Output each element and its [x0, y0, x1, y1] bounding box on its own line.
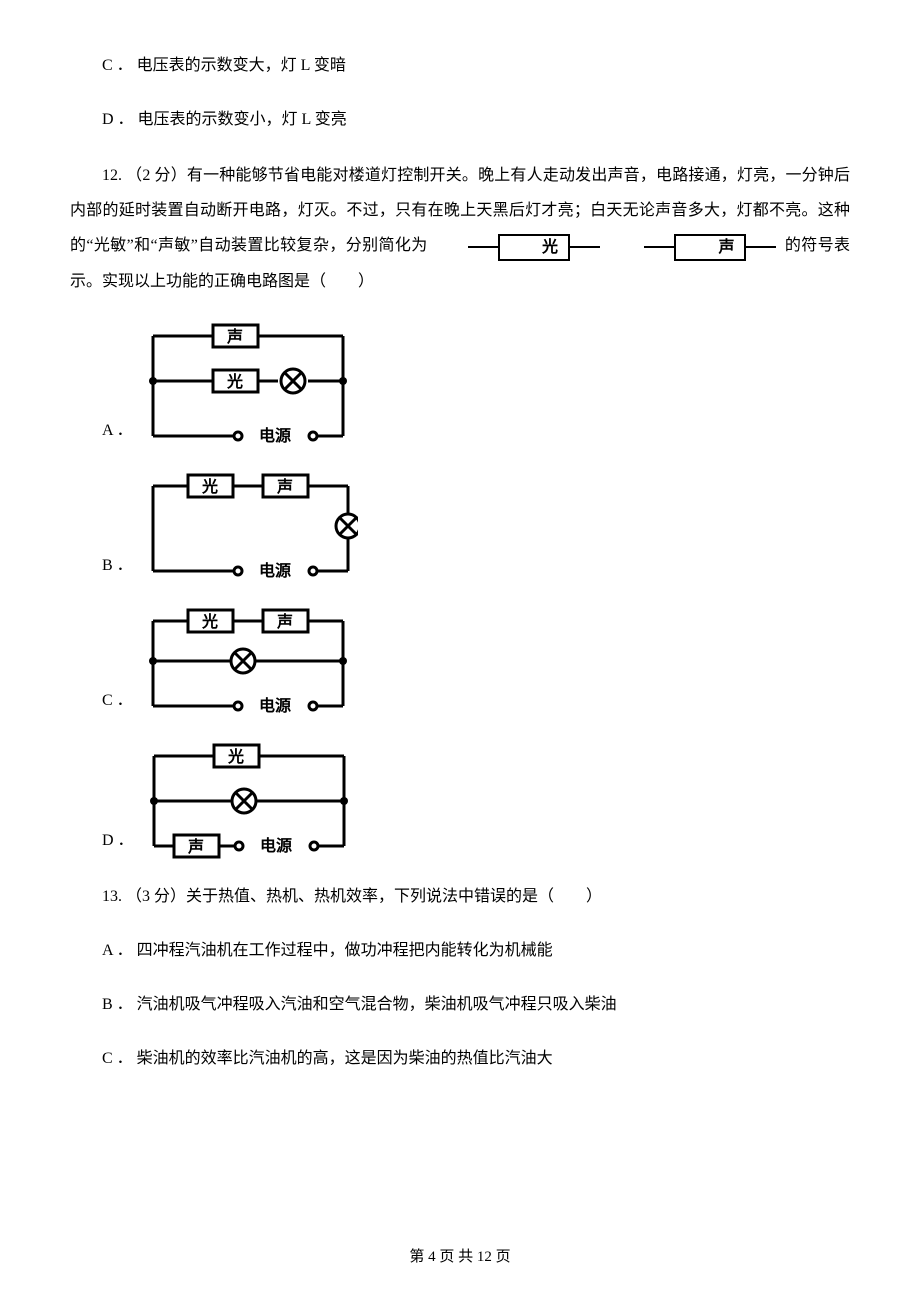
- svg-text:电源: 电源: [260, 836, 292, 855]
- option-text: D ． 电压表的示数变小，灯 L 变亮: [102, 111, 347, 128]
- svg-text:光: 光: [226, 372, 243, 391]
- svg-text:电源: 电源: [259, 561, 291, 580]
- q13-stem: 13. （3 分）关于热值、热机、热机效率，下列说法中错误的是（ ）: [70, 881, 850, 913]
- option-text: A ． 四冲程汽油机在工作过程中，做功冲程把内能转化为机械能: [102, 942, 553, 959]
- option-letter: A ．: [102, 415, 133, 451]
- q11-option-c: C ． 电压表的示数变大，灯 L 变暗: [70, 50, 850, 82]
- page-footer: 第 4 页 共 12 页: [0, 1242, 920, 1272]
- circuit-diagram-d: 光 声 电源: [144, 741, 354, 861]
- q12-option-c: C ． 光 声 电源: [70, 606, 850, 721]
- svg-text:声: 声: [187, 837, 204, 856]
- sound-symbol-inline: 声: [612, 229, 776, 264]
- circuit-diagram-b: 光 声 电源: [143, 471, 358, 586]
- circuit-diagram-c: 光 声 电源: [143, 606, 353, 721]
- q12-option-a: A ． 声 光 电源: [70, 321, 850, 451]
- stem-text: 13. （3 分）关于热值、热机、热机效率，下列说法中错误的是（ ）: [102, 888, 602, 905]
- q13-option-a: A ． 四冲程汽油机在工作过程中，做功冲程把内能转化为机械能: [70, 935, 850, 967]
- svg-text:光: 光: [201, 477, 218, 496]
- option-text: B ． 汽油机吸气冲程吸入汽油和空气混合物，柴油机吸气冲程只吸入柴油: [102, 996, 617, 1013]
- q12-option-d: D ． 光 声 电源: [70, 741, 850, 861]
- option-text: C ． 电压表的示数变大，灯 L 变暗: [102, 57, 346, 74]
- svg-text:电源: 电源: [259, 696, 291, 715]
- option-text: C ． 柴油机的效率比汽油机的高，这是因为柴油的热值比汽油大: [102, 1050, 553, 1067]
- option-letter: D ．: [102, 825, 134, 861]
- footer-text: 第 4 页 共 12 页: [409, 1249, 510, 1265]
- svg-text:声: 声: [276, 612, 293, 631]
- q12-option-b: B ． 光 声 电源: [70, 471, 850, 586]
- svg-text:光: 光: [201, 612, 218, 631]
- svg-text:电源: 电源: [259, 426, 291, 445]
- q12-stem: 12. （2 分）有一种能够节省电能对楼道灯控制开关。晚上有人走动发出声音，电路…: [70, 158, 850, 299]
- q11-option-d: D ． 电压表的示数变小，灯 L 变亮: [70, 104, 850, 136]
- light-symbol-inline: 光: [436, 229, 600, 264]
- svg-text:光: 光: [227, 747, 244, 766]
- svg-text:声: 声: [276, 477, 293, 496]
- q13-option-c: C ． 柴油机的效率比汽油机的高，这是因为柴油的热值比汽油大: [70, 1043, 850, 1075]
- circuit-diagram-a: 声 光 电源: [143, 321, 353, 451]
- q13-option-b: B ． 汽油机吸气冲程吸入汽油和空气混合物，柴油机吸气冲程只吸入柴油: [70, 989, 850, 1021]
- option-letter: C ．: [102, 685, 133, 721]
- svg-text:声: 声: [226, 327, 243, 346]
- option-letter: B ．: [102, 550, 133, 586]
